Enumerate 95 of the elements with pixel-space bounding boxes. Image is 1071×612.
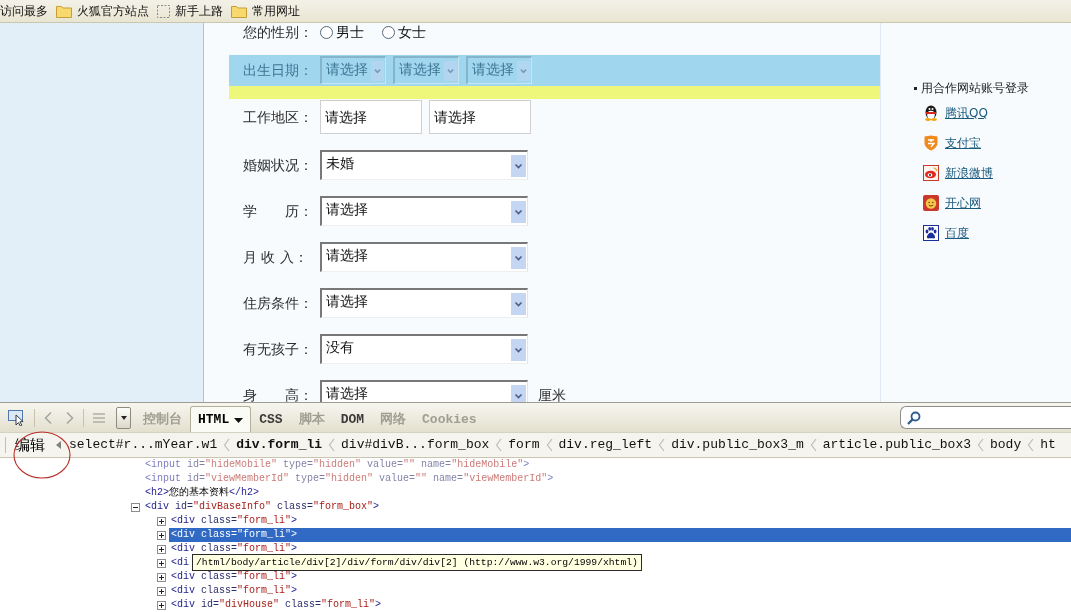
breadcrumb-item[interactable]: div.reg_left <box>558 437 653 453</box>
chevron-down-icon <box>371 61 384 81</box>
code-line[interactable]: <input id="hideMobile" type="hidden" value="" name="hideMobile"> <box>143 458 532 472</box>
paw-icon <box>923 225 939 241</box>
login-link[interactable]: 支付宝 <box>923 133 981 153</box>
chevron-left-icon <box>977 438 984 452</box>
select-field[interactable]: 没有 <box>320 334 528 364</box>
folder-icon <box>56 4 72 18</box>
radio-option[interactable]: 男士 <box>320 24 364 40</box>
bookmark-item[interactable]: 访问最多 <box>0 3 48 19</box>
bullet-icon <box>914 86 917 90</box>
select-field[interactable]: 请选择 <box>320 196 528 226</box>
breadcrumb-item[interactable]: div.form_li <box>236 437 323 453</box>
plus-box-icon[interactable] <box>157 516 166 526</box>
chevron-left-icon <box>328 438 336 452</box>
bookmark-item[interactable]: 火狐官方站点 <box>56 3 149 19</box>
field-label: 出生日期： <box>243 62 314 78</box>
breadcrumb-item[interactable]: div.public_box3_m <box>671 437 804 453</box>
chevron-left-icon <box>223 438 231 452</box>
text-field[interactable]: 请选择 <box>429 100 531 134</box>
panel-tab[interactable]: HTML <box>190 406 252 432</box>
caret-down-icon <box>120 415 127 420</box>
chevron-down-icon <box>517 61 530 81</box>
search-field[interactable] <box>900 406 1071 429</box>
tooltip: /html/body/article/div[2]/div/form/div/div[2] (http://www.w3.org/1999/xhtml) <box>192 554 642 571</box>
panel-tab[interactable]: CSS <box>251 406 291 432</box>
breadcrumb-item[interactable]: body <box>990 437 1022 453</box>
chevron-down-icon <box>444 61 457 81</box>
chevron-down-icon <box>511 339 526 361</box>
field-label: 有无孩子： <box>243 341 314 357</box>
breadcrumb-item[interactable]: select#r...mYear.w1 <box>69 437 218 453</box>
field-label: 月 收 入： <box>243 249 309 265</box>
plus-box-icon[interactable] <box>157 572 166 582</box>
chevron-left-icon <box>809 438 817 452</box>
select-field[interactable]: 请选择 <box>320 380 528 402</box>
bookmark-item[interactable]: 新手上路 <box>157 3 223 19</box>
shield-icon <box>923 135 939 151</box>
select-field[interactable]: 未婚 <box>320 150 528 180</box>
plus-box-icon[interactable] <box>157 586 166 596</box>
login-link[interactable]: 腾讯QQ <box>923 103 988 123</box>
login-link[interactable]: 百度 <box>923 223 969 243</box>
field-label: 住房条件： <box>243 295 314 311</box>
panel-tab[interactable]: DOM <box>332 406 373 432</box>
field-label: 身 高： <box>243 387 314 402</box>
smiley-icon <box>923 195 939 211</box>
code-line[interactable]: <div class="form_li"> <box>169 514 300 528</box>
chevron-down-icon <box>511 293 526 315</box>
breadcrumb-item[interactable]: article.public_box3 <box>822 437 971 453</box>
breadcrumb-item[interactable]: ht <box>1040 437 1056 453</box>
chevron-down-icon <box>511 385 526 402</box>
folder-icon <box>231 4 247 18</box>
eye-icon <box>923 165 939 181</box>
triangle-left-icon[interactable] <box>56 441 61 449</box>
chevron-left-icon <box>495 438 503 452</box>
dashed-square-icon <box>157 4 170 18</box>
chevron-left-icon <box>1027 438 1035 452</box>
plus-box-icon[interactable] <box>157 530 166 540</box>
plus-box-icon[interactable] <box>157 544 166 554</box>
edit-button[interactable]: 编辑 <box>7 436 53 454</box>
code-line[interactable]: <div class="form_li"> <box>169 584 300 598</box>
field-label: 工作地区： <box>243 109 314 125</box>
inspect-icon[interactable] <box>8 409 26 426</box>
chevron-down-icon <box>511 247 526 269</box>
code-line[interactable]: <h2>您的基本资料</h2> <box>143 486 262 500</box>
code-line[interactable]: <di <box>169 556 191 570</box>
field-label: 学 历： <box>243 203 314 219</box>
section-heading: 用合作网站账号登录 <box>921 80 1029 96</box>
field-label: 婚姻状况： <box>243 157 314 173</box>
chevron-left-icon <box>545 438 553 452</box>
annotation-circle <box>13 431 71 479</box>
penguin-icon <box>923 105 939 121</box>
breadcrumb-item[interactable]: div#divB...form_box <box>341 437 490 453</box>
radio-option[interactable]: 女士 <box>382 24 426 40</box>
field-label: 您的性别： <box>243 24 314 40</box>
plus-box-icon[interactable] <box>157 558 166 568</box>
chevron-down-icon <box>511 155 526 177</box>
unit-label: 厘米 <box>538 387 566 402</box>
code-line[interactable]: <div class="form_li"> <box>169 542 300 556</box>
dropdown-button[interactable] <box>116 406 131 429</box>
chevron-left-icon <box>658 438 666 452</box>
minus-box-icon[interactable] <box>131 502 140 512</box>
code-line[interactable]: <input id="viewMemberId" type="hidden" value="" name="viewMemberId"> <box>143 472 556 486</box>
chevron-down-icon <box>511 201 526 223</box>
code-line[interactable]: <div id="divBaseInfo" class="form_box"> <box>143 500 382 514</box>
search-icon <box>907 410 921 425</box>
login-link[interactable]: 新浪微博 <box>923 163 993 183</box>
code-line[interactable]: <div id="divHouse" class="form_li"> <box>169 598 384 612</box>
select-field[interactable]: 请选择 <box>320 288 528 318</box>
breadcrumb-item[interactable]: form <box>508 437 540 453</box>
plus-box-icon[interactable] <box>157 600 166 610</box>
bookmark-item[interactable]: 常用网址 <box>231 3 300 19</box>
text-field[interactable]: 请选择 <box>320 100 422 134</box>
login-link[interactable]: 开心网 <box>923 193 981 213</box>
select-field[interactable]: 请选择 <box>320 242 528 272</box>
code-line[interactable]: <div class="form_li"> <box>169 570 300 584</box>
